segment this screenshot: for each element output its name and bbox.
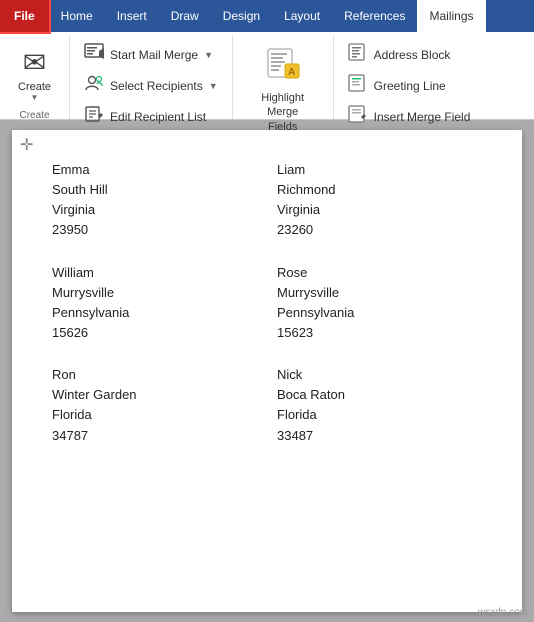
insert-merge-field-button[interactable]: Insert Merge Field	[342, 102, 477, 131]
tab-design[interactable]: Design	[211, 0, 272, 32]
ribbon-tabs: File Home Insert Draw Design Layout Refe…	[0, 0, 534, 32]
tab-draw[interactable]: Draw	[159, 0, 211, 32]
person-ron-name: Ron	[52, 365, 257, 385]
tab-design-label: Design	[223, 9, 260, 23]
create-label: Create	[18, 81, 51, 93]
tab-file-label: File	[14, 9, 35, 23]
person-emma: Emma South Hill Virginia 23950	[52, 160, 257, 241]
start-mail-merge-icon	[84, 43, 104, 66]
highlight-merge-fields-button[interactable]: A HighlightMerge Fields	[241, 40, 325, 140]
edit-recipient-list-button[interactable]: Edit Recipient List	[78, 102, 224, 131]
ribbon-group-start-mail-merge: Start Mail Merge ▼ Select Recipients ▼	[70, 36, 233, 119]
select-recipients-icon	[84, 74, 104, 97]
person-nick-zip: 33487	[277, 426, 482, 446]
person-rose-name: Rose	[277, 263, 482, 283]
tab-draw-label: Draw	[171, 9, 199, 23]
tab-home[interactable]: Home	[49, 0, 105, 32]
select-recipients-label: Select Recipients	[110, 79, 203, 93]
ribbon-group-write-insert: Address Block Greeting Line	[334, 36, 485, 119]
person-liam: Liam Richmond Virginia 23260	[277, 160, 482, 241]
select-recipients-button[interactable]: Select Recipients ▼	[78, 71, 224, 100]
person-ron: Ron Winter Garden Florida 34787	[52, 365, 257, 446]
tab-mailings-label: Mailings	[429, 9, 473, 23]
document-columns: Emma South Hill Virginia 23950 William M…	[52, 160, 482, 468]
tab-mailings[interactable]: Mailings	[417, 0, 485, 32]
create-dropdown-arrow: ▼	[31, 93, 39, 102]
greeting-line-button[interactable]: Greeting Line	[342, 71, 477, 100]
write-insert-btns: Address Block Greeting Line	[342, 40, 477, 131]
document-page: ✛ Emma South Hill Virginia 23950 William…	[12, 130, 522, 612]
edit-recipient-list-label: Edit Recipient List	[110, 110, 206, 124]
person-rose-city: Murrysville	[277, 283, 482, 303]
person-emma-name: Emma	[52, 160, 257, 180]
greeting-line-icon	[348, 74, 368, 97]
watermark: wsxdn.com	[478, 607, 528, 618]
start-mail-merge-arrow: ▼	[204, 50, 213, 60]
person-rose-state: Pennsylvania	[277, 303, 482, 323]
tab-references-label: References	[344, 9, 405, 23]
highlight-merge-fields-icon: A	[265, 46, 301, 89]
person-nick-name: Nick	[277, 365, 482, 385]
insert-merge-field-icon	[348, 105, 368, 128]
tab-home-label: Home	[61, 9, 93, 23]
highlight-merge-fields-label: HighlightMerge Fields	[253, 91, 313, 134]
person-liam-name: Liam	[277, 160, 482, 180]
person-nick-city: Boca Raton	[277, 385, 482, 405]
person-ron-city: Winter Garden	[52, 385, 257, 405]
address-block-icon	[348, 43, 368, 66]
create-button[interactable]: ✉ Create ▼	[8, 40, 61, 108]
left-column: Emma South Hill Virginia 23950 William M…	[52, 160, 257, 468]
person-liam-state: Virginia	[277, 200, 482, 220]
person-rose-zip: 15623	[277, 323, 482, 343]
person-liam-city: Richmond	[277, 180, 482, 200]
create-icon: ✉	[23, 46, 46, 79]
person-william-name: William	[52, 263, 257, 283]
person-emma-city: South Hill	[52, 180, 257, 200]
create-group-label: Create	[8, 108, 61, 125]
tab-file[interactable]: File	[0, 0, 49, 32]
start-mail-merge-button[interactable]: Start Mail Merge ▼	[78, 40, 224, 69]
person-liam-zip: 23260	[277, 220, 482, 240]
tab-layout-label: Layout	[284, 9, 320, 23]
person-william-state: Pennsylvania	[52, 303, 257, 323]
tab-references[interactable]: References	[332, 0, 417, 32]
start-mail-merge-btns: Start Mail Merge ▼ Select Recipients ▼	[78, 40, 224, 131]
tab-layout[interactable]: Layout	[272, 0, 332, 32]
ribbon-group-create: ✉ Create ▼ Create	[0, 36, 70, 119]
person-ron-state: Florida	[52, 405, 257, 425]
document-area: ✛ Emma South Hill Virginia 23950 William…	[0, 120, 534, 622]
move-handle[interactable]: ✛	[20, 138, 33, 154]
person-william-zip: 15626	[52, 323, 257, 343]
ribbon-body: ✉ Create ▼ Create	[0, 32, 534, 120]
greeting-line-label: Greeting Line	[374, 79, 446, 93]
person-rose: Rose Murrysville Pennsylvania 15623	[277, 263, 482, 344]
right-column: Liam Richmond Virginia 23260 Rose Murrys…	[277, 160, 482, 468]
start-mail-merge-label: Start Mail Merge	[110, 48, 198, 62]
select-recipients-arrow: ▼	[209, 81, 218, 91]
insert-merge-field-label: Insert Merge Field	[374, 110, 471, 124]
svg-text:A: A	[288, 67, 295, 78]
address-block-label: Address Block	[374, 48, 451, 62]
person-nick: Nick Boca Raton Florida 33487	[277, 365, 482, 446]
person-nick-state: Florida	[277, 405, 482, 425]
tab-insert[interactable]: Insert	[105, 0, 159, 32]
person-ron-zip: 34787	[52, 426, 257, 446]
address-block-button[interactable]: Address Block	[342, 40, 477, 69]
tab-insert-label: Insert	[117, 9, 147, 23]
ribbon-group-highlight: A HighlightMerge Fields	[233, 36, 334, 119]
person-emma-zip: 23950	[52, 220, 257, 240]
person-emma-state: Virginia	[52, 200, 257, 220]
person-william-city: Murrysville	[52, 283, 257, 303]
person-william: William Murrysville Pennsylvania 15626	[52, 263, 257, 344]
edit-recipient-list-icon	[84, 105, 104, 128]
